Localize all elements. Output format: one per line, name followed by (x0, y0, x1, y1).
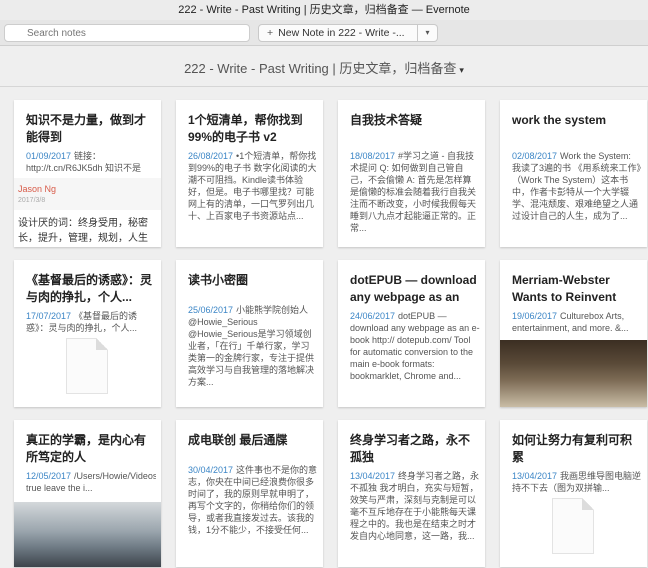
note-thumbnail (14, 178, 161, 210)
note-title: 知识不是力量，做到才能得到 (26, 113, 147, 144)
note-title: 成电联创 最后通牒 (188, 433, 288, 447)
note-title: dotEPUB — download any webpage as an e..… (350, 273, 477, 308)
author-name: Jason Ng (18, 184, 57, 194)
note-date: 02/08/2017 (512, 151, 558, 161)
note-date: 17/07/2017 (26, 311, 72, 321)
note-snippet: 17/07/2017 《基督最后的诱惑》：灵与肉的挣扎，个人... (26, 310, 156, 334)
notebook-title: 222 - Write - Past Writing | 历史文章，归档备查 (184, 61, 457, 76)
search-input[interactable] (4, 24, 250, 42)
new-note-label: New Note in 222 - Write -... (278, 27, 405, 39)
note-snippet: 19/06/2017 Culturebox Arts, entertainment… (512, 310, 642, 334)
note-snippet: 30/04/2017 这件事也不是你的意志，你央在中间已经浪费你很多时间了，我的原… (188, 464, 318, 536)
note-title: work the system (512, 113, 607, 127)
toolbar: + New Note in 222 - Write -... ▾ (0, 20, 648, 46)
new-note-button[interactable]: + New Note in 222 - Write -... (258, 24, 418, 42)
photo-thumbnail (14, 502, 161, 567)
note-card[interactable]: work the system 02/08/2017 Work the Syste… (500, 100, 647, 247)
note-date: 26/08/2017 (188, 151, 234, 161)
note-card[interactable]: 知识不是力量，做到才能得到 01/09/2017 链接：http://t.cn/R… (14, 100, 161, 247)
note-card[interactable]: 《基督最后的诱惑》：灵与肉的挣扎，个人... 17/07/2017 《基督最后的诱… (14, 260, 161, 407)
note-card[interactable]: 如何让努力有复利可积累 13/04/2017 我画思维导图电脑逆持不下去（图为双拼… (500, 420, 647, 567)
plus-icon: + (267, 27, 274, 39)
header-divider (0, 86, 648, 87)
note-snippet-text: 这件事也不是你的意志，你央在中间已经浪费你很多时间了，我的原则早就申明了，再写个… (188, 465, 318, 535)
note-title: Merriam-Webster Wants to Reinvent th... (512, 273, 617, 308)
note-snippet: 18/08/2017 #学习之道 - 自我技术提问 Q: 如何做到自己管自己，不会… (350, 150, 480, 234)
note-title: 真正的学霸，是内心有所笃定的人 (26, 433, 147, 464)
note-date: 01/09/2017 (26, 151, 72, 161)
note-date: 25/06/2017 (188, 305, 234, 315)
note-card[interactable]: 1个短清单，帮你找到99%的电子书 v2 26/08/2017 •1个短清单，帮你… (176, 100, 323, 247)
note-snippet-text: •1个短清单，帮你找到99%的电子书 数字化阅读的大潮不可阻挡。Kindle读书… (188, 151, 317, 221)
note-date: 13/04/2017 (512, 471, 558, 481)
note-date: 19/06/2017 (512, 311, 558, 321)
note-snippet: 12/05/2017/Users/Howie/Videos/stay true … (26, 470, 156, 494)
note-snippet: 25/06/2017 小能熊学院创始人 @Howie_Serious @Howie… (188, 304, 318, 388)
author-date: 2017/3/8 (18, 197, 46, 204)
note-snippet-text: #学习之道 - 自我技术提问 Q: 如何做到自己管自己，不会偷懒 A: 首先是怎… (350, 151, 477, 233)
note-snippet-text: 终身学习者之路，永不孤独 我才明白，充实与短暂，效笑与严肃，深刻与克制是可以毫不… (350, 471, 480, 541)
note-title: 如何让努力有复利可积累 (512, 433, 633, 464)
note-snippet: 26/08/2017 •1个短清单，帮你找到99%的电子书 数字化阅读的大潮不可阻… (188, 150, 318, 222)
note-title: 终身学习者之路，永不孤独 (350, 433, 471, 464)
note-card[interactable]: 终身学习者之路，永不孤独 13/04/2017 终身学习者之路，永不孤独 我才明白… (338, 420, 485, 567)
note-thumbnail-text: 设计厌的词：终身受用，秘密长，提升，管理，规划，人生 (18, 218, 148, 244)
note-date: 18/08/2017 (350, 151, 396, 161)
note-snippet-text: 小能熊学院创始人 @Howie_Serious @Howie_Serious是学… (188, 305, 315, 387)
note-title: 1个短清单，帮你找到99%的电子书 v2 (188, 113, 303, 144)
document-thumbnail (66, 338, 108, 394)
note-snippet-text: dotEPUB — download any webpage as an e-b… (350, 311, 480, 381)
document-thumbnail (552, 498, 594, 554)
note-snippet-text: Work the System: 我读了3遍的书 《用系统来工作》（Work T… (512, 151, 642, 221)
photo-thumbnail (500, 340, 647, 407)
note-title: 《基督最后的诱惑》：灵与肉的挣扎，个人... (26, 273, 153, 304)
note-card[interactable]: 真正的学霸，是内心有所笃定的人 12/05/2017/Users/Howie/V… (14, 420, 161, 567)
note-title: 自我技术答疑 (350, 113, 423, 127)
note-title: 读书小密圈 (188, 273, 249, 287)
note-snippet: 24/06/2017 dotEPUB — download any webpage… (350, 310, 480, 382)
new-note-dropdown-button[interactable]: ▾ (418, 24, 438, 42)
note-date: 24/06/2017 (350, 311, 396, 321)
note-snippet: 02/08/2017 Work the System: 我读了3遍的书 《用系统来… (512, 150, 642, 222)
note-card[interactable]: dotEPUB — download any webpage as an e..… (338, 260, 485, 407)
notebook-title-button[interactable]: 222 - Write - Past Writing | 历史文章，归档备查 ▾ (0, 58, 648, 77)
note-date: 13/04/2017 (350, 471, 396, 481)
note-snippet: 13/04/2017 我画思维导图电脑逆持不下去（图为双拼输... (512, 470, 642, 494)
chevron-down-icon: ▾ (459, 65, 464, 75)
note-card[interactable]: 自我技术答疑 18/08/2017 #学习之道 - 自我技术提问 Q: 如何做到自… (338, 100, 485, 247)
note-snippet: 01/09/2017链接：http://t.cn/R6JK5dh 知识不是力..… (26, 150, 156, 174)
note-card[interactable]: 成电联创 最后通牒 30/04/2017 这件事也不是你的意志，你央在中间已经浪费… (176, 420, 323, 567)
note-card[interactable]: 读书小密圈 25/06/2017 小能熊学院创始人 @Howie_Serious … (176, 260, 323, 407)
window-title: 222 - Write - Past Writing | 历史文章，归档备查 —… (0, 0, 648, 20)
note-date: 30/04/2017 (188, 465, 234, 475)
note-card[interactable]: Merriam-Webster Wants to Reinvent th... … (500, 260, 647, 407)
note-date: 12/05/2017 (26, 471, 72, 481)
note-snippet: 13/04/2017 终身学习者之路，永不孤独 我才明白，充实与短暂，效笑与严肃，… (350, 470, 480, 542)
